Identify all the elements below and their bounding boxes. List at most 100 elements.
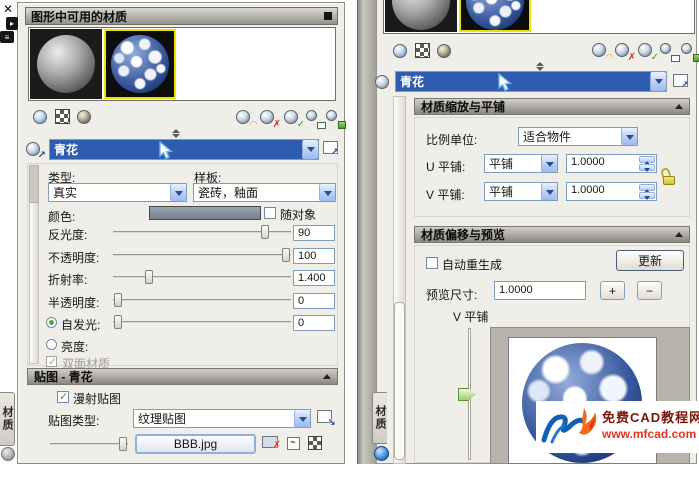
opacity-value[interactable]: 100 bbox=[293, 248, 335, 264]
self-illumination-slider[interactable] bbox=[113, 315, 291, 330]
apply-material-icon[interactable] bbox=[375, 74, 391, 90]
spin-down-icon[interactable] bbox=[639, 164, 655, 171]
shininess-slider[interactable] bbox=[113, 225, 291, 240]
self-illumination-radio[interactable] bbox=[46, 317, 57, 328]
swatch-geometry-icon[interactable] bbox=[393, 43, 409, 59]
collapse-button[interactable] bbox=[324, 12, 332, 20]
map-type-value: 纹理贴图 bbox=[134, 410, 294, 427]
splitter-handle[interactable] bbox=[172, 129, 180, 138]
autohide-icon[interactable]: ▸ bbox=[6, 17, 18, 30]
swatch-lighting-icon[interactable] bbox=[437, 43, 453, 59]
open-material-editor-icon[interactable] bbox=[323, 141, 338, 154]
purge-material-icon[interactable] bbox=[615, 42, 632, 59]
update-button[interactable]: 更新 bbox=[616, 250, 684, 271]
luminance-radio[interactable] bbox=[46, 339, 57, 350]
adjust-bitmap-icon[interactable]: ⌁ bbox=[287, 437, 300, 450]
refraction-slider[interactable] bbox=[113, 270, 291, 285]
type-combo[interactable]: 真实 bbox=[48, 183, 187, 202]
preview-size-field[interactable]: 1.0000 bbox=[494, 281, 586, 300]
v-offset-slider-label: V 平铺 bbox=[453, 308, 488, 325]
palette-tab-material-left[interactable]: 材质 bbox=[0, 392, 15, 446]
scale-section-header[interactable]: 材质缩放与平铺 bbox=[414, 98, 690, 115]
palette-tab-material-right[interactable]: 材质 bbox=[372, 392, 387, 444]
apply-to-objects-icon[interactable] bbox=[306, 109, 323, 126]
select-image-icon[interactable] bbox=[317, 410, 332, 423]
opacity-label: 不透明度: bbox=[48, 249, 99, 266]
by-object-checkbox[interactable] bbox=[264, 207, 276, 219]
spinner-arrows[interactable] bbox=[639, 184, 655, 199]
map-type-combo[interactable]: 纹理贴图 bbox=[133, 409, 311, 428]
delete-map-icon[interactable] bbox=[262, 436, 278, 448]
shininess-value[interactable]: 90 bbox=[293, 225, 335, 241]
sphere-icon bbox=[306, 110, 317, 121]
material-swatch-selected[interactable] bbox=[459, 0, 531, 32]
maps-section-header[interactable]: 贴图 - 青花 bbox=[27, 368, 338, 385]
offset-section-header[interactable]: 材质偏移与预览 bbox=[414, 226, 690, 243]
chevron-down-icon[interactable] bbox=[650, 72, 666, 91]
remove-from-objects-icon[interactable] bbox=[326, 109, 343, 126]
chevron-down-icon[interactable] bbox=[302, 140, 318, 159]
mouse-cursor bbox=[158, 141, 174, 162]
apply-to-objects-icon[interactable] bbox=[660, 42, 677, 59]
v-tile-combo[interactable]: 平铺 bbox=[484, 182, 558, 201]
v-tile-spinner[interactable]: 1.0000 bbox=[566, 182, 657, 201]
preview-zoom-in-button[interactable]: + bbox=[600, 281, 625, 300]
chevron-down-icon[interactable] bbox=[541, 183, 557, 200]
map-strength-slider[interactable] bbox=[50, 437, 128, 451]
map-file-button[interactable]: BBB.jpg bbox=[135, 434, 256, 454]
create-material-icon[interactable] bbox=[236, 109, 253, 126]
spin-up-icon[interactable] bbox=[639, 156, 655, 163]
properties-icon[interactable]: ≡ bbox=[0, 31, 14, 43]
lock-icon[interactable] bbox=[661, 168, 677, 187]
auto-regen-checkbox[interactable] bbox=[426, 257, 438, 269]
create-material-icon[interactable] bbox=[592, 42, 609, 59]
update-button-label: 更新 bbox=[638, 252, 662, 269]
swatch-geometry-icon[interactable] bbox=[33, 109, 49, 125]
material-swatch-global[interactable] bbox=[30, 29, 102, 99]
material-select-combo[interactable]: 青花 bbox=[49, 139, 319, 160]
purge-material-icon[interactable] bbox=[260, 109, 277, 126]
two-sided-checkbox[interactable] bbox=[46, 356, 57, 367]
swatch-lighting-icon[interactable] bbox=[77, 109, 93, 125]
chevron-down-icon[interactable] bbox=[170, 184, 186, 201]
palette-scrollbar-thumb[interactable] bbox=[394, 302, 405, 460]
self-illumination-label: 自发光: bbox=[61, 316, 100, 333]
indicate-in-use-icon[interactable] bbox=[638, 42, 655, 59]
spinner-arrows[interactable] bbox=[639, 156, 655, 171]
chevron-down-icon[interactable] bbox=[294, 410, 310, 427]
chevron-down-icon[interactable] bbox=[319, 184, 335, 201]
material-swatch-global[interactable] bbox=[385, 0, 457, 32]
spin-up-icon[interactable] bbox=[639, 184, 655, 191]
close-icon[interactable] bbox=[3, 2, 16, 16]
refraction-value[interactable]: 1.400 bbox=[293, 270, 335, 286]
sphere-icon bbox=[393, 44, 407, 58]
chevron-down-icon[interactable] bbox=[541, 155, 557, 172]
preview-zoom-out-button[interactable]: − bbox=[637, 281, 662, 300]
chevron-down-icon[interactable] bbox=[621, 128, 637, 145]
translucency-slider[interactable] bbox=[113, 293, 291, 308]
indicate-in-use-icon[interactable] bbox=[284, 109, 301, 126]
color-swatch[interactable] bbox=[149, 206, 261, 220]
u-tile-combo[interactable]: 平铺 bbox=[484, 154, 558, 173]
checkered-underlay-icon[interactable] bbox=[415, 43, 430, 58]
open-material-editor-icon[interactable] bbox=[673, 74, 688, 87]
opacity-slider[interactable] bbox=[113, 248, 291, 263]
apply-material-icon[interactable] bbox=[26, 141, 42, 157]
remove-from-objects-icon[interactable] bbox=[681, 42, 698, 59]
u-tile-spinner[interactable]: 1.0000 bbox=[566, 154, 657, 173]
preview-size-label: 预览尺寸: bbox=[426, 286, 477, 303]
checkered-underlay-icon[interactable] bbox=[55, 109, 70, 124]
v-tile-mode: 平铺 bbox=[485, 183, 541, 200]
spin-down-icon[interactable] bbox=[639, 192, 655, 199]
settings-scrollbar-thumb[interactable] bbox=[29, 165, 39, 203]
diffuse-map-checkbox[interactable] bbox=[57, 391, 69, 403]
sync-map-settings-icon[interactable] bbox=[308, 436, 322, 450]
translucency-value[interactable]: 0 bbox=[293, 293, 335, 309]
splitter-handle[interactable] bbox=[536, 62, 544, 71]
template-combo[interactable]: 瓷砖，釉面 bbox=[193, 183, 336, 202]
material-swatch-selected[interactable] bbox=[104, 29, 176, 99]
self-illumination-value[interactable]: 0 bbox=[293, 315, 335, 331]
palette-titlebar[interactable]: 图形中可用的材质 bbox=[25, 7, 338, 25]
scale-units-combo[interactable]: 适合物件 bbox=[518, 127, 638, 146]
material-select-combo[interactable]: 青花 bbox=[395, 71, 667, 92]
